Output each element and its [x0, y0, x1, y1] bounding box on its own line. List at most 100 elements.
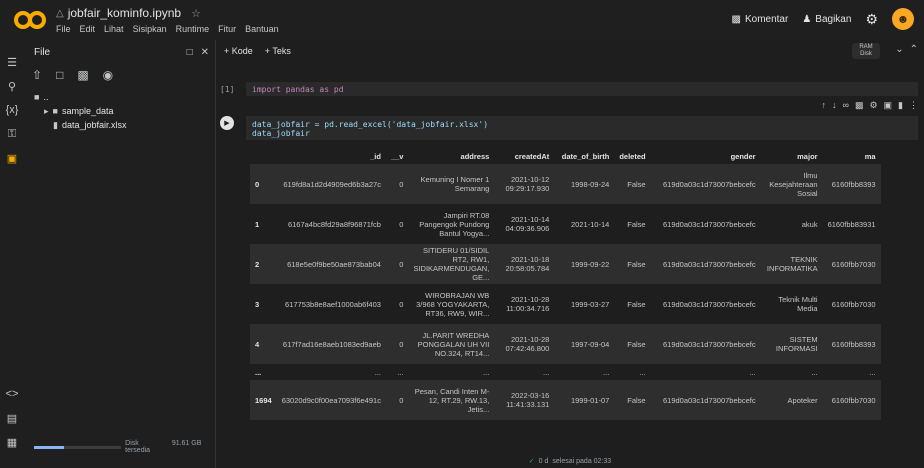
table-cell: 0: [385, 324, 409, 364]
menu-help[interactable]: Bantuan: [245, 24, 279, 34]
avatar[interactable]: ☻: [892, 8, 914, 30]
code-line-1: data_jobfair = pd.read_excel('data_jobfa…: [252, 120, 489, 129]
table-cell: 617753b8e8aef1000ab6f403: [285, 299, 381, 309]
move-down-icon[interactable]: ↓: [832, 100, 837, 111]
more-vert-icon[interactable]: ⋮: [909, 100, 918, 111]
tree-item-label: ..: [43, 92, 49, 102]
table-cell: 6160fbb83931: [827, 219, 876, 229]
table-cell: 0: [385, 244, 409, 284]
table-cell: SITIDERU 01/SIDIL RT2, RW1, SIDIKARMENDU…: [408, 244, 495, 284]
table-cell: JL.PARIT WREDHA PONGGALAN UH VII NO.324,…: [408, 324, 495, 364]
disk-usage-bar: [34, 445, 122, 449]
add-text-button[interactable]: + Teks: [265, 46, 291, 56]
table-cell: 1999-01-07: [554, 380, 615, 420]
table-cell: 1999-03-27: [570, 299, 610, 309]
files-folder-icon[interactable]: ▣: [4, 150, 20, 166]
collapse-icon[interactable]: ⌃: [910, 44, 918, 55]
table-cell: 1997-09-04: [554, 324, 615, 364]
close-panel-icon[interactable]: ✕: [201, 47, 209, 58]
comment-icon[interactable]: ▩: [855, 100, 864, 111]
code-editor[interactable]: import pandas as pd: [246, 82, 918, 96]
settings-gear-icon[interactable]: ⚙: [865, 11, 878, 28]
tree-item-parent[interactable]: ■ ..: [34, 90, 215, 104]
code-line-2: data_jobfair: [252, 129, 310, 138]
table-cell: ...: [543, 367, 550, 377]
table-row: 1 6167a4bc8fd29a8f96871fcb 0 Jampiri RT.08 …: [250, 204, 881, 244]
link-icon[interactable]: ∞: [843, 100, 849, 111]
cell-toolbar: ↑ ↓ ∞ ▩ ⚙ ▣ ▮ ⋮: [822, 100, 918, 111]
disk-usage-text: Disk 91.61 GB tersedia: [125, 440, 202, 454]
table-cell: 0: [385, 164, 409, 204]
exec-count: [1]: [220, 85, 235, 94]
table-cell: SISTEM INFORMASI: [760, 324, 823, 364]
code-editor[interactable]: data_jobfair = pd.read_excel('data_jobfa…: [246, 116, 918, 140]
column-header: ma: [864, 151, 876, 161]
variables-icon[interactable]: {x}: [4, 102, 20, 118]
notebook-title: △ jobfair_kominfo.ipynb ☆: [56, 6, 201, 20]
table-cell: 1999-09-22: [554, 244, 615, 284]
menu-file[interactable]: File: [56, 24, 71, 34]
table-cell: False: [627, 299, 646, 309]
upload-file-icon[interactable]: ⇧: [32, 68, 42, 82]
move-up-icon[interactable]: ↑: [822, 100, 827, 111]
table-cell: 619d0a03c1d73007bebcefc: [662, 219, 756, 229]
app-header: △ jobfair_kominfo.ipynb ☆ File Edit Liha…: [0, 0, 924, 40]
table-cell: 2021-10-14 04:09:36.906: [505, 215, 550, 233]
notebook-area: + Kode + Teks RAM Disk ⌄ ⌃ [1] import pa…: [216, 40, 924, 468]
table-cell: False: [627, 219, 646, 229]
mount-drive-icon[interactable]: ▩: [77, 68, 88, 82]
show-hidden-eye-icon[interactable]: ◉: [103, 68, 113, 82]
table-cell: 2021-10-18 20:58:05.784: [494, 244, 555, 284]
table-cell: 2021-10-28 07:42:46.800: [494, 324, 555, 364]
new-folder-icon[interactable]: □: [56, 68, 63, 82]
menu-runtime[interactable]: Runtime: [176, 24, 210, 34]
code-snippets-icon[interactable]: <>: [4, 386, 20, 402]
settings-gear-icon[interactable]: ⚙: [869, 100, 877, 111]
add-code-button[interactable]: + Kode: [224, 46, 253, 56]
menu-view[interactable]: Lihat: [104, 24, 124, 34]
tree-item-label: data_jobfair.xlsx: [61, 120, 127, 130]
dataframe-output[interactable]: _id __v address createdAt date_of_birth …: [250, 148, 924, 458]
secrets-key-icon[interactable]: ⚿: [4, 126, 20, 142]
comment-button[interactable]: ▩ Komentar: [732, 14, 789, 25]
terminal-icon[interactable]: ▦: [4, 434, 20, 450]
table-cell: False: [614, 380, 651, 420]
ram-disk-indicator[interactable]: RAM Disk: [852, 43, 880, 59]
table-cell: 6160fbb7030: [831, 299, 876, 309]
table-cell: akuk: [801, 219, 818, 229]
menu-edit[interactable]: Edit: [80, 24, 96, 34]
column-header: major: [797, 151, 818, 161]
table-row: 2 618e5e0f9be50ae873bab04 0 SITIDERU 01/SID…: [250, 244, 881, 284]
search-icon[interactable]: ⚲: [4, 78, 20, 94]
menu-insert[interactable]: Sisipkan: [133, 24, 167, 34]
table-cell: 618e5e0f9be50ae873bab04: [276, 244, 386, 284]
run-cell-play-icon[interactable]: ▶: [220, 116, 234, 130]
notebook-name[interactable]: jobfair_kominfo.ipynb: [68, 6, 181, 20]
dataframe-table: _id __v address createdAt date_of_birth …: [250, 148, 881, 420]
file-icon: ▮: [53, 119, 58, 130]
files-toolbar: ⇧ □ ▩ ◉: [24, 64, 215, 86]
table-cell: Jampiri RT.08 Pangengok Pundong Bantul Y…: [419, 210, 490, 238]
mirror-cell-icon[interactable]: ▣: [884, 100, 893, 111]
star-icon[interactable]: ☆: [191, 7, 201, 20]
column-header: address: [460, 151, 490, 161]
menu-tools[interactable]: Fitur: [218, 24, 236, 34]
row-index: 1694: [250, 380, 277, 420]
table-cell: 6160fbb7030: [822, 244, 881, 284]
tree-item-data-jobfair[interactable]: ▮ data_jobfair.xlsx: [34, 118, 215, 132]
tree-item-sample-data[interactable]: ▸ ■ sample_data: [34, 104, 215, 118]
colab-logo-icon[interactable]: [14, 10, 46, 30]
open-in-tab-icon[interactable]: □: [187, 47, 193, 58]
delete-trash-icon[interactable]: ▮: [898, 100, 903, 111]
code-cell-read-excel: ▶ data_jobfair = pd.read_excel('data_job…: [216, 100, 924, 144]
share-button[interactable]: ♟ Bagikan: [802, 14, 851, 25]
files-panel-header: File □ ✕: [24, 40, 215, 64]
toc-icon[interactable]: ☰: [4, 54, 20, 70]
row-index: 2: [250, 244, 277, 284]
table-cell: False: [614, 244, 651, 284]
table-cell: 619d0a03c1d73007bebcefc: [650, 244, 761, 284]
column-header: [250, 148, 277, 164]
chevron-down-icon[interactable]: ⌄: [895, 44, 903, 55]
table-row: 3 617753b8e8aef1000ab6f403 0 WIROBRAJAN WB …: [250, 284, 881, 324]
command-palette-icon[interactable]: ▤: [4, 410, 20, 426]
